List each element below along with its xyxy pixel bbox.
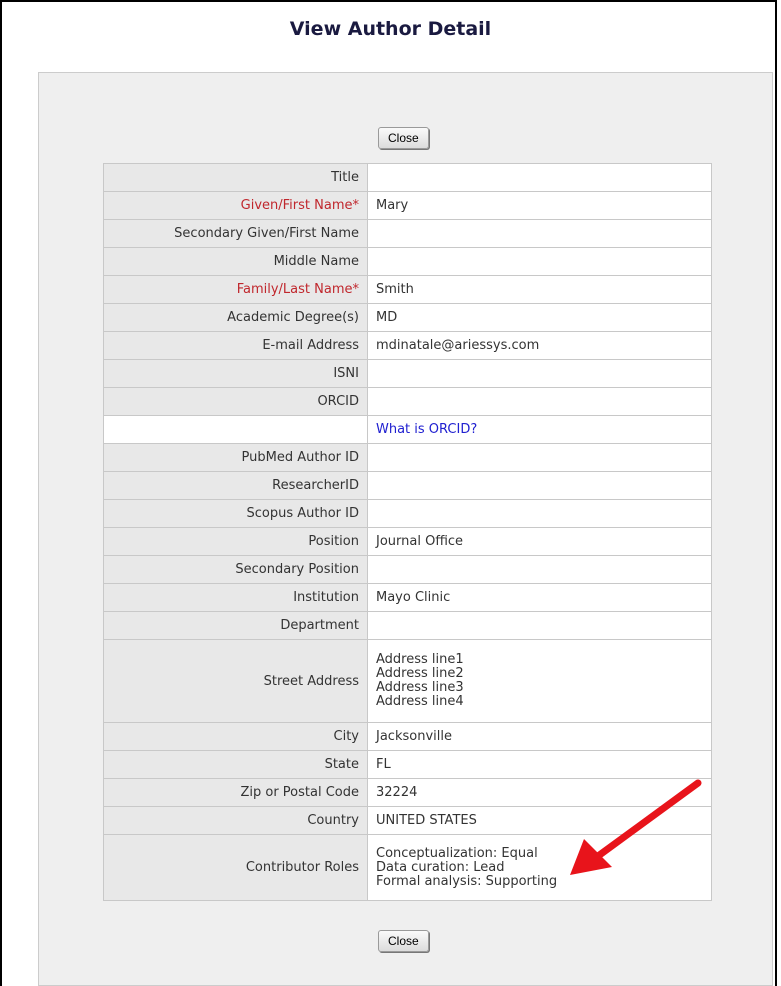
orcid-help-cell: What is ORCID?	[367, 415, 712, 444]
close-button-top[interactable]: Close	[378, 127, 429, 149]
field-label: Institution	[103, 583, 368, 612]
field-label: Street Address	[103, 639, 368, 723]
page-title: View Author Detail	[289, 18, 492, 40]
address-line: Address line1	[376, 652, 464, 667]
field-value-middle-name	[367, 247, 712, 276]
table-row: Scopus Author ID	[103, 499, 712, 528]
field-label: Academic Degree(s)	[103, 303, 368, 332]
field-label: PubMed Author ID	[103, 443, 368, 472]
table-row: PubMed Author ID	[103, 443, 712, 472]
field-label: Secondary Position	[103, 555, 368, 584]
field-value-city: Jacksonville	[367, 722, 712, 751]
table-row: Family/Last Name* Smith	[103, 275, 712, 304]
field-label: Scopus Author ID	[103, 499, 368, 528]
table-row: Middle Name	[103, 247, 712, 276]
field-label-required: Given/First Name*	[103, 191, 368, 220]
field-label: Contributor Roles	[103, 834, 368, 901]
field-value-isni	[367, 359, 712, 388]
table-row: Department	[103, 611, 712, 640]
table-row: Secondary Position	[103, 555, 712, 584]
field-label: City	[103, 722, 368, 751]
field-label-required: Family/Last Name*	[103, 275, 368, 304]
address-line: Address line3	[376, 680, 464, 695]
field-label: Secondary Given/First Name	[103, 219, 368, 248]
field-label: Zip or Postal Code	[103, 778, 368, 807]
table-row: ResearcherID	[103, 471, 712, 500]
field-value-state: FL	[367, 750, 712, 779]
field-value-street-address: Address line1 Address line2 Address line…	[367, 639, 712, 723]
field-label: Country	[103, 806, 368, 835]
table-row: E-mail Address mdinatale@ariessys.com	[103, 331, 712, 360]
field-label: ORCID	[103, 387, 368, 416]
field-value-department	[367, 611, 712, 640]
blank-label	[103, 415, 368, 444]
table-row: Title	[103, 163, 712, 192]
what-is-orcid-link[interactable]: What is ORCID?	[376, 422, 477, 437]
table-row: Institution Mayo Clinic	[103, 583, 712, 612]
table-row: ISNI	[103, 359, 712, 388]
field-value-secondary-given-name	[367, 219, 712, 248]
address-line: Address line2	[376, 666, 464, 681]
close-button-bottom[interactable]: Close	[378, 930, 429, 952]
table-row: Secondary Given/First Name	[103, 219, 712, 248]
address-line: Address line4	[376, 694, 464, 709]
field-label: Position	[103, 527, 368, 556]
table-row: What is ORCID?	[103, 415, 712, 444]
table-row: Academic Degree(s) MD	[103, 303, 712, 332]
field-value-family-name: Smith	[367, 275, 712, 304]
field-value-pubmed-id	[367, 443, 712, 472]
field-label: Title	[103, 163, 368, 192]
field-label: State	[103, 750, 368, 779]
table-row: City Jacksonville	[103, 722, 712, 751]
field-label: E-mail Address	[103, 331, 368, 360]
field-value-institution: Mayo Clinic	[367, 583, 712, 612]
field-label: ResearcherID	[103, 471, 368, 500]
field-value-scopus-id	[367, 499, 712, 528]
table-row: ORCID	[103, 387, 712, 416]
field-value-given-name: Mary	[367, 191, 712, 220]
table-row: Street Address Address line1 Address lin…	[103, 639, 712, 723]
field-label: Middle Name	[103, 247, 368, 276]
field-value-academic-degrees: MD	[367, 303, 712, 332]
field-value-title	[367, 163, 712, 192]
table-row: State FL	[103, 750, 712, 779]
field-value-secondary-position	[367, 555, 712, 584]
red-arrow-annotation-icon	[570, 779, 702, 875]
table-row: Given/First Name* Mary	[103, 191, 712, 220]
field-value-orcid	[367, 387, 712, 416]
field-label: Department	[103, 611, 368, 640]
field-value-email: mdinatale@ariessys.com	[367, 331, 712, 360]
field-value-researcher-id	[367, 471, 712, 500]
field-label: ISNI	[103, 359, 368, 388]
table-row: Position Journal Office	[103, 527, 712, 556]
field-value-position: Journal Office	[367, 527, 712, 556]
